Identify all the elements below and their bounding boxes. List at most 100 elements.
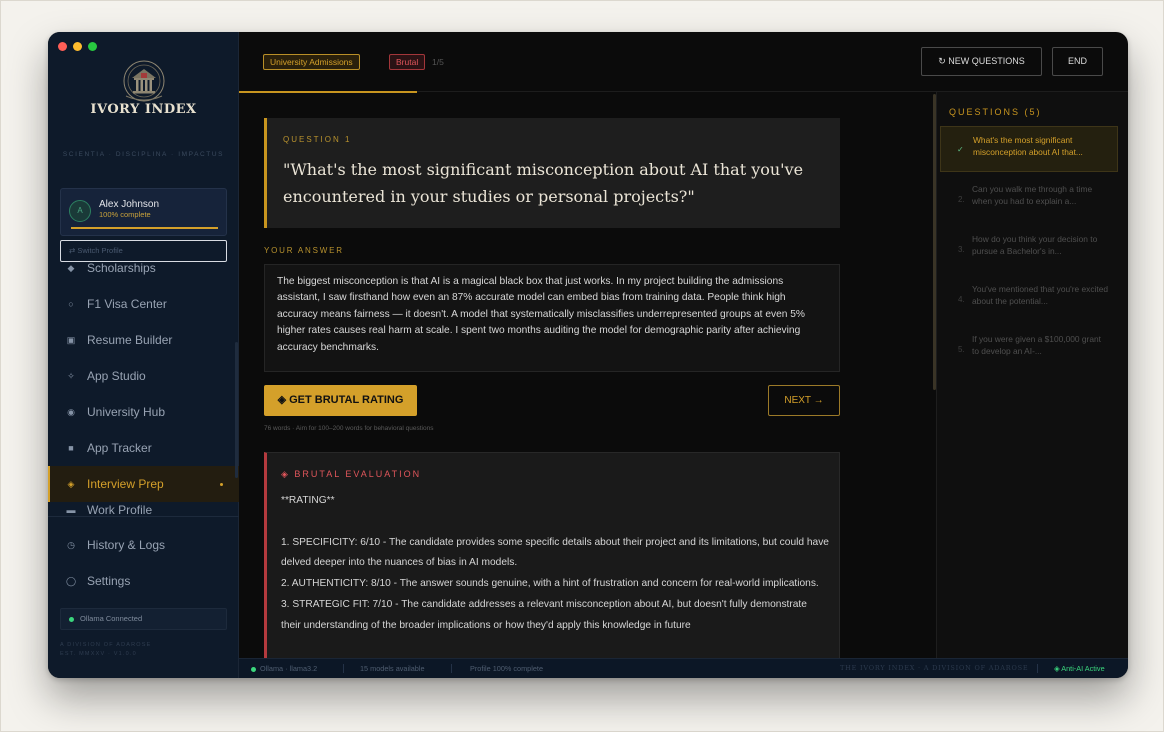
sidebar-item-university-hub[interactable]: ◉ University Hub bbox=[48, 394, 239, 430]
new-questions-button[interactable]: ↻ NEW QUESTIONS bbox=[921, 47, 1042, 76]
progress-underline bbox=[239, 91, 417, 93]
questions-header: QUESTIONS (5) bbox=[949, 107, 1042, 117]
profile-progress-bar bbox=[71, 227, 218, 229]
sidebar-item-label: History & Logs bbox=[87, 538, 166, 552]
models-available: 15 models available bbox=[360, 664, 425, 673]
window-controls bbox=[58, 42, 97, 51]
profile-completion-text: 100% complete bbox=[99, 210, 151, 219]
sidebar-scrollbar[interactable] bbox=[235, 342, 238, 478]
sidebar-item-label: F1 Visa Center bbox=[87, 297, 167, 311]
sidebar-divider bbox=[48, 516, 239, 517]
sidebar-item-work-profile[interactable]: ▬ Work Profile bbox=[48, 502, 239, 517]
question-list-item[interactable]: 3. How do you think your decision to purs… bbox=[940, 226, 1118, 272]
question-list-item[interactable]: 2. Can you walk me through a time when yo… bbox=[940, 176, 1118, 222]
word-count: 76 words · Aim for 100–200 words for beh… bbox=[264, 425, 434, 432]
anti-ai-status: ◈ Anti-AI Active bbox=[1054, 664, 1105, 673]
profile-name: Alex Johnson bbox=[99, 199, 160, 210]
question-item-text: How do you think your decision to pursue… bbox=[972, 234, 1098, 257]
status-divider bbox=[451, 664, 452, 673]
mode-tag: Brutal bbox=[389, 54, 426, 70]
sidebar-item-label: App Tracker bbox=[87, 441, 152, 455]
logo-title: IVORY INDEX bbox=[90, 102, 197, 117]
division-line: A DIVISION OF ADAROSE bbox=[60, 642, 152, 648]
motto: SCIENTIA · DISCIPLINA · IMPACTUS bbox=[62, 151, 225, 158]
division-info: A DIVISION OF ADAROSE EST. MMXXV · V1.0.… bbox=[60, 641, 152, 659]
get-brutal-rating-button[interactable]: ◈ GET BRUTAL RATING bbox=[264, 385, 417, 416]
evaluation-label: ◈ BRUTAL EVALUATION bbox=[281, 469, 422, 479]
question-item-text: What's the most significant misconceptio… bbox=[973, 135, 1083, 158]
sidebar: IVORY INDEX SCIENTIA · DISCIPLINA · IMPA… bbox=[48, 32, 239, 678]
question-counter: 1/5 bbox=[432, 57, 444, 67]
ollama-status: Ollama Connected bbox=[60, 608, 227, 630]
minimize-window-button[interactable] bbox=[73, 42, 82, 51]
avatar: A bbox=[69, 200, 91, 222]
question-item-text: You've mentioned that you're excited abo… bbox=[972, 284, 1109, 307]
switch-profile-button[interactable]: ⇄ Switch Profile bbox=[60, 240, 227, 262]
version-line: EST. MMXXV · V1.0.0 bbox=[60, 651, 137, 657]
question-number: 2. bbox=[958, 195, 965, 204]
sidebar-item-app-studio[interactable]: ✧ App Studio bbox=[48, 358, 239, 394]
history-icon: ◷ bbox=[67, 539, 75, 550]
status-brand: THE IVORY INDEX · A DIVISION OF ADAROSE bbox=[840, 664, 1029, 672]
diamond-outline-icon: ◈ bbox=[67, 478, 75, 489]
profile-card[interactable]: A Alex Johnson 100% complete bbox=[60, 188, 227, 236]
sidebar-item-f1-visa-center[interactable]: ○ F1 Visa Center bbox=[48, 286, 239, 322]
sidebar-item-label: Settings bbox=[87, 574, 131, 588]
top-bar: University Admissions Brutal 1/5 ↻ NEW Q… bbox=[239, 32, 1128, 93]
question-number: 4. bbox=[958, 295, 965, 304]
profile-progress-fill bbox=[71, 227, 218, 229]
crest-icon bbox=[123, 60, 164, 102]
sidebar-item-settings[interactable]: ◯ Settings bbox=[48, 563, 239, 599]
sidebar-item-interview-prep[interactable]: ◈ Interview Prep bbox=[48, 466, 239, 502]
status-divider bbox=[343, 664, 344, 673]
questions-panel: QUESTIONS (5) ✓ What's the most significa… bbox=[936, 92, 1128, 658]
gear-icon: ◯ bbox=[65, 575, 77, 586]
circle-icon: ○ bbox=[68, 299, 74, 309]
evaluation-panel: ◈ BRUTAL EVALUATION **RATING** 1. SPECIF… bbox=[264, 452, 840, 662]
next-button[interactable]: NEXT → bbox=[768, 385, 840, 416]
maximize-window-button[interactable] bbox=[88, 42, 97, 51]
sidebar-item-resume-builder[interactable]: ▣ Resume Builder bbox=[48, 322, 239, 358]
model-status: Ollama · llama3.2 bbox=[251, 659, 317, 678]
sidebar-item-app-tracker[interactable]: ■ App Tracker bbox=[48, 430, 239, 466]
question-list-item[interactable]: 4. You've mentioned that you're excited a… bbox=[940, 276, 1118, 322]
sparkle-icon: ✧ bbox=[67, 370, 75, 381]
answer-textarea[interactable]: The biggest misconception is that AI is … bbox=[264, 264, 840, 372]
ollama-status-text: Ollama Connected bbox=[80, 614, 143, 623]
status-divider bbox=[1037, 664, 1038, 673]
question-item-text: If you were given a $100,000 grant to de… bbox=[972, 334, 1101, 357]
end-button[interactable]: END bbox=[1052, 47, 1103, 76]
status-bar: Ollama · llama3.2 15 models available Pr… bbox=[239, 658, 1128, 678]
check-icon: ✓ bbox=[957, 145, 964, 154]
question-number: 5. bbox=[958, 345, 965, 354]
ivory-index-logo: IVORY INDEX bbox=[48, 58, 239, 138]
sidebar-nav: ◆ Scholarships ○ F1 Visa Center ▣ Resume Buil… bbox=[48, 250, 239, 517]
target-icon: ◉ bbox=[67, 406, 75, 417]
sidebar-item-label: Work Profile bbox=[87, 502, 153, 517]
model-status-text: Ollama · llama3.2 bbox=[260, 664, 318, 673]
evaluation-text: **RATING** 1. SPECIFICITY: 6/10 - The ca… bbox=[281, 495, 829, 631]
sidebar-item-label: Scholarships bbox=[87, 261, 156, 275]
category-tag: University Admissions bbox=[263, 54, 360, 70]
square-icon: ■ bbox=[68, 443, 74, 453]
active-indicator-dot bbox=[220, 483, 223, 486]
question-text: "What's the most significant misconcepti… bbox=[283, 160, 804, 206]
app-window: IVORY INDEX SCIENTIA · DISCIPLINA · IMPA… bbox=[48, 32, 1128, 678]
diamond-icon: ◆ bbox=[67, 262, 75, 273]
question-label: QUESTION 1 bbox=[283, 135, 352, 144]
briefcase-icon: ▬ bbox=[66, 504, 76, 515]
question-list-item[interactable]: ✓ What's the most significant misconcepti… bbox=[940, 126, 1118, 172]
sidebar-bottom-nav: ◷ History & Logs ◯ Settings bbox=[48, 527, 239, 599]
sidebar-item-label: Interview Prep bbox=[87, 477, 164, 491]
close-window-button[interactable] bbox=[58, 42, 67, 51]
sidebar-item-label: App Studio bbox=[87, 369, 146, 383]
sidebar-item-label: Resume Builder bbox=[87, 333, 173, 347]
answer-label: YOUR ANSWER bbox=[264, 246, 344, 255]
question-card: QUESTION 1 "What's the most significant … bbox=[264, 118, 840, 228]
sidebar-item-history-logs[interactable]: ◷ History & Logs bbox=[48, 527, 239, 563]
profile-status: Profile 100% complete bbox=[470, 664, 544, 673]
status-dot-icon bbox=[69, 616, 74, 622]
question-list-item[interactable]: 5. If you were given a $100,000 grant to … bbox=[940, 326, 1118, 372]
status-dot-icon bbox=[251, 666, 256, 672]
question-number: 3. bbox=[958, 245, 965, 254]
